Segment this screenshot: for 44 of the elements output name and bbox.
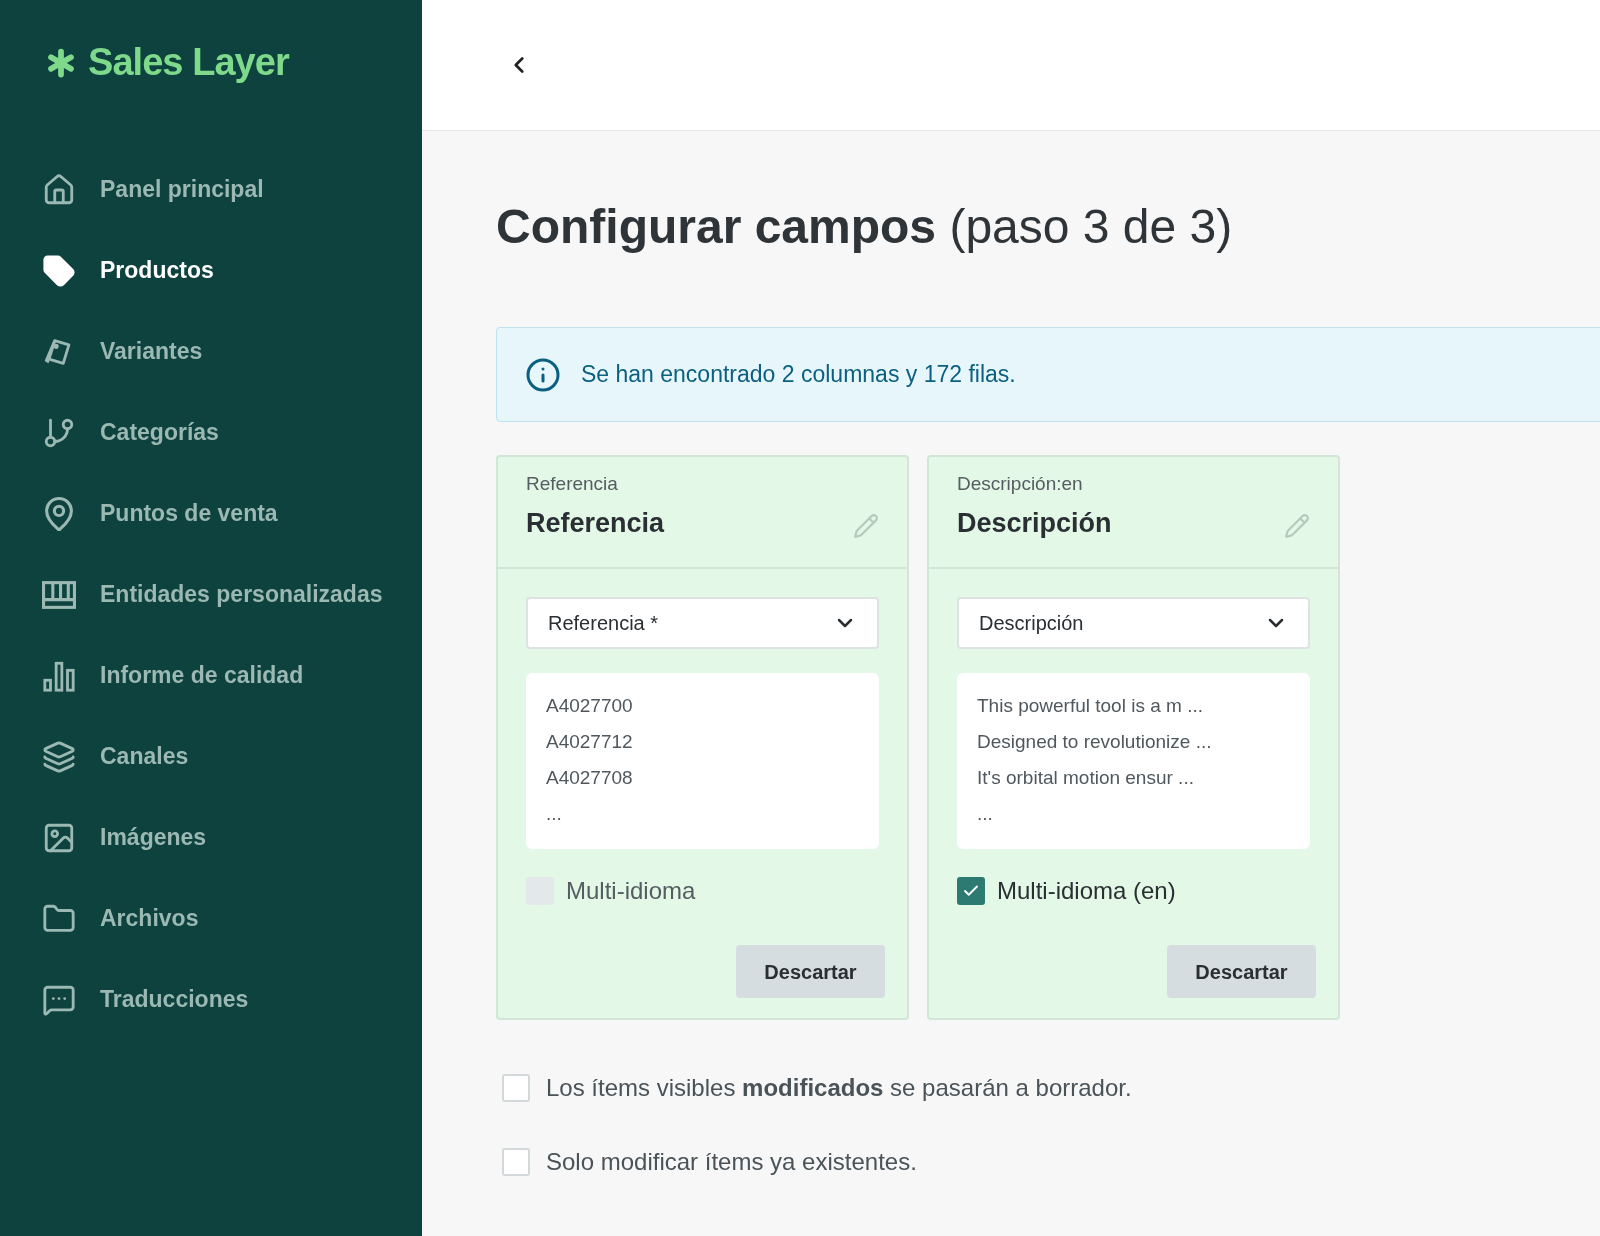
edit-icon[interactable] bbox=[853, 513, 879, 539]
option-label: Solo modificar ítems ya existentes. bbox=[546, 1147, 917, 1177]
home-icon bbox=[42, 172, 76, 207]
checkbox-label: Multi-idioma (en) bbox=[997, 876, 1176, 906]
edit-icon[interactable] bbox=[1284, 513, 1310, 539]
discard-button[interactable]: Descartar bbox=[1167, 945, 1316, 998]
source-column-label: Descripción:en bbox=[957, 472, 1084, 496]
nav-item[interactable]: Imágenes bbox=[0, 797, 422, 878]
nav-item[interactable]: Puntos de venta bbox=[0, 473, 422, 554]
nav-item[interactable]: Canales bbox=[0, 716, 422, 797]
nav-item[interactable]: Productos bbox=[0, 230, 422, 311]
tag-icon bbox=[42, 253, 76, 288]
map-pin-icon bbox=[42, 496, 76, 531]
layers-icon bbox=[42, 739, 76, 774]
sample-value: A4027712 bbox=[546, 730, 634, 754]
checkbox-label: Multi-idioma bbox=[566, 876, 696, 906]
field-name: Referencia bbox=[526, 506, 665, 540]
checkbox[interactable] bbox=[957, 877, 985, 905]
nav-item[interactable]: Variantes bbox=[0, 311, 422, 392]
checkbox[interactable] bbox=[502, 1074, 530, 1102]
nav-item[interactable]: Categorías bbox=[0, 392, 422, 473]
page-title: Configurar campos (paso 3 de 3) bbox=[496, 199, 1234, 255]
nav-item[interactable]: Panel principal bbox=[0, 149, 422, 230]
logo-text: Sales Layer bbox=[88, 40, 289, 85]
info-icon bbox=[525, 356, 561, 393]
sample-value: A4027708 bbox=[546, 766, 634, 790]
nav-item[interactable]: Entidades personalizadas bbox=[0, 554, 422, 635]
discard-button[interactable]: Descartar bbox=[736, 945, 885, 998]
field-select[interactable]: Referencia * bbox=[526, 597, 879, 649]
option-label: Los ítems visibles modificados se pasarán a borrador. bbox=[546, 1073, 1132, 1103]
sample-value: ... bbox=[977, 802, 994, 826]
sample-value: Designed to revolutionize ... bbox=[977, 730, 1213, 754]
checkbox[interactable] bbox=[502, 1148, 530, 1176]
sample-value: This powerful tool is a m ... bbox=[977, 694, 1204, 718]
sample-value: It's orbital motion ensur ... bbox=[977, 766, 1195, 790]
info-text: Se han encontrado 2 columnas y 172 filas. bbox=[581, 360, 1016, 390]
sample-value: A4027700 bbox=[546, 694, 634, 718]
nav-item[interactable]: Traducciones bbox=[0, 959, 422, 1040]
nav-item[interactable]: Archivos bbox=[0, 878, 422, 959]
field-name: Descripción bbox=[957, 506, 1112, 540]
field-select[interactable]: Descripción bbox=[957, 597, 1310, 649]
sample-value: ... bbox=[546, 802, 563, 826]
source-column-label: Referencia bbox=[526, 472, 619, 496]
nav-item[interactable]: Informe de calidad bbox=[0, 635, 422, 716]
